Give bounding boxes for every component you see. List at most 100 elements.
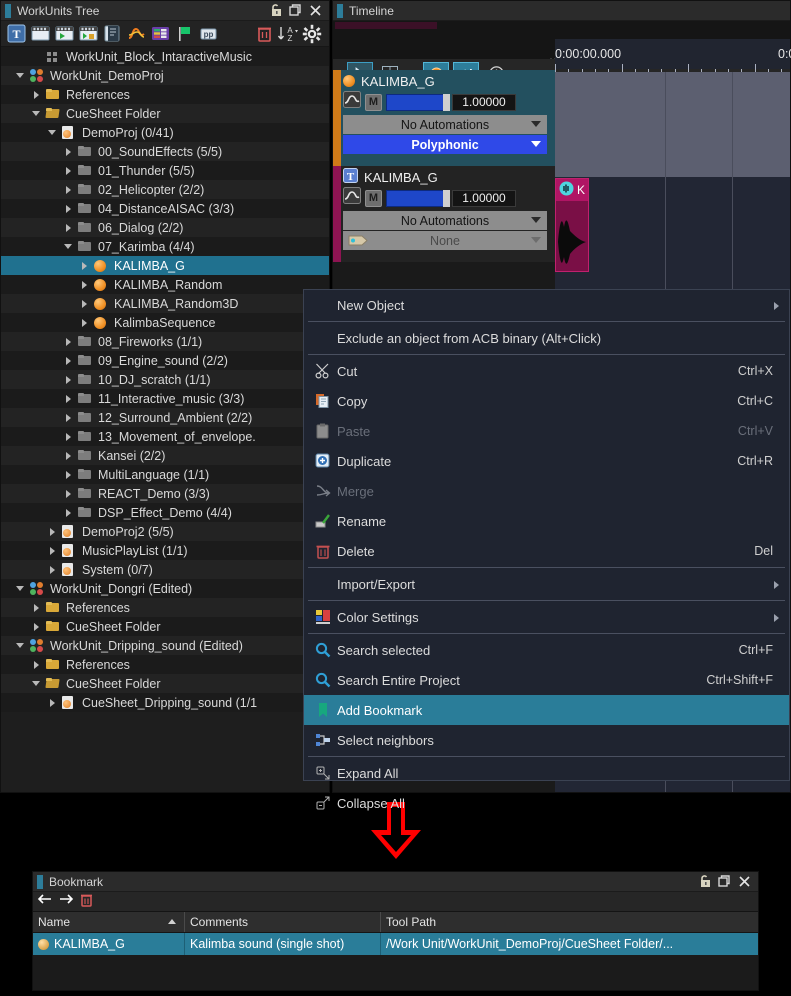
tree-item[interactable]: Kansei (2/2) — [1, 446, 329, 465]
expand-chevron-icon[interactable] — [47, 564, 58, 575]
expand-chevron-icon[interactable] — [63, 412, 74, 423]
tree-item[interactable]: WorkUnit_Dongri (Edited) — [1, 579, 329, 598]
collapse-chevron-icon[interactable] — [15, 70, 26, 81]
bookmark-row[interactable]: KALIMBA_G Kalimba sound (single shot) /Wor… — [33, 933, 758, 955]
tree-item[interactable]: WorkUnit_Dripping_sound (Edited) — [1, 636, 329, 655]
menu-item-delete[interactable]: Delete Del — [304, 536, 789, 566]
materials-icon[interactable] — [101, 23, 123, 44]
expand-chevron-icon[interactable] — [31, 89, 42, 100]
expand-chevron-icon[interactable] — [63, 355, 74, 366]
mode-select[interactable]: None — [343, 231, 547, 250]
menu-item-new-object[interactable]: New Object — [304, 290, 789, 320]
expand-chevron-icon[interactable] — [79, 279, 90, 290]
timeline-track-header[interactable]: KALIMBA_G M 1.00000 No Automations Polyphoni… — [333, 70, 555, 166]
menu-item-add-bookmark[interactable]: Add Bookmark — [304, 695, 789, 725]
tree-item[interactable]: 12_Surround_Ambient (2/2) — [1, 408, 329, 427]
expand-chevron-icon[interactable] — [63, 374, 74, 385]
expand-chevron-icon[interactable] — [47, 526, 58, 537]
text-object-icon[interactable]: T — [5, 23, 27, 44]
lock-icon[interactable] — [698, 875, 711, 888]
expand-chevron-icon[interactable] — [31, 659, 42, 670]
expand-chevron-icon[interactable] — [63, 450, 74, 461]
mode-select[interactable]: Polyphonic — [343, 135, 547, 154]
menu-item-cut[interactable]: Cut Ctrl+X — [304, 356, 789, 386]
expand-chevron-icon[interactable] — [31, 602, 42, 613]
tree-item[interactable]: References — [1, 598, 329, 617]
timeline-track-header[interactable]: T KALIMBA_G M 1.00000 No Automations None — [333, 166, 555, 262]
menu-item-select-neighbors[interactable]: Select neighbors — [304, 725, 789, 755]
expand-chevron-icon[interactable] — [63, 222, 74, 233]
expand-chevron-icon[interactable] — [79, 260, 90, 271]
tree-item[interactable]: DSP_Effect_Demo (4/4) — [1, 503, 329, 522]
restore-icon[interactable] — [289, 4, 302, 17]
tree-item[interactable]: 01_Thunder (5/5) — [1, 161, 329, 180]
expand-chevron-icon[interactable] — [63, 184, 74, 195]
tree-item[interactable]: KALIMBA_Random — [1, 275, 329, 294]
volume-slider[interactable] — [386, 93, 450, 111]
expand-chevron-icon[interactable] — [63, 488, 74, 499]
cuesheet-edit-icon[interactable] — [77, 23, 99, 44]
menu-item-collapse-all[interactable]: Collapse All — [304, 788, 789, 818]
restore-icon[interactable] — [718, 875, 731, 888]
tree-item[interactable]: 08_Fireworks (1/1) — [1, 332, 329, 351]
tree-item[interactable]: CueSheet Folder — [1, 104, 329, 123]
column-header-name[interactable]: Name — [33, 912, 185, 932]
menu-item-expand-all[interactable]: Expand All — [304, 758, 789, 788]
menu-item-exclude-an-object-from-acb-binary-alt-click[interactable]: Exclude an object from ACB binary (Alt+C… — [304, 323, 789, 353]
expand-chevron-icon[interactable] — [63, 146, 74, 157]
automation-curve-icon[interactable] — [343, 91, 361, 113]
tree-item[interactable]: 02_Helicopter (2/2) — [1, 180, 329, 199]
settings-gear-icon[interactable] — [301, 23, 323, 44]
collapse-chevron-icon[interactable] — [31, 678, 42, 689]
cuesheet-play-icon[interactable] — [53, 23, 75, 44]
expand-chevron-icon[interactable] — [63, 165, 74, 176]
close-icon[interactable] — [309, 4, 322, 17]
workunits-tree-list[interactable]: WorkUnit_Block_IntaractiveMusic WorkUnit_… — [1, 47, 329, 792]
tree-item[interactable]: System (0/7) — [1, 560, 329, 579]
mute-button[interactable]: M — [365, 189, 382, 207]
tree-item[interactable]: 09_Engine_sound (2/2) — [1, 351, 329, 370]
expand-chevron-icon[interactable] — [63, 393, 74, 404]
collapse-chevron-icon[interactable] — [15, 640, 26, 651]
column-header-tool-path[interactable]: Tool Path — [381, 912, 758, 932]
collapse-chevron-icon[interactable] — [63, 241, 74, 252]
tree-item[interactable]: CueSheet Folder — [1, 617, 329, 636]
tree-item[interactable]: 07_Karimba (4/4) — [1, 237, 329, 256]
collapse-chevron-icon[interactable] — [47, 127, 58, 138]
tree-item[interactable]: WorkUnit_DemoProj — [1, 66, 329, 85]
menu-item-search-entire-project[interactable]: Search Entire Project Ctrl+Shift+F — [304, 665, 789, 695]
tree-item[interactable]: DemoProj (0/41) — [1, 123, 329, 142]
tree-item[interactable]: DemoProj2 (5/5) — [1, 522, 329, 541]
sort-az-icon[interactable]: AZ — [277, 23, 299, 44]
aisac-curve-icon[interactable] — [125, 23, 147, 44]
tree-item[interactable]: 04_DistanceAISAC (3/3) — [1, 199, 329, 218]
collapse-chevron-icon[interactable] — [15, 583, 26, 594]
tree-item[interactable]: WorkUnit_Block_IntaractiveMusic — [1, 47, 329, 66]
tree-item[interactable]: 10_DJ_scratch (1/1) — [1, 370, 329, 389]
menu-item-color-settings[interactable]: Color Settings — [304, 602, 789, 632]
tree-item[interactable]: 11_Interactive_music (3/3) — [1, 389, 329, 408]
tree-item[interactable]: REACT_Demo (3/3) — [1, 484, 329, 503]
automation-curve-icon[interactable] — [343, 187, 361, 209]
collapse-chevron-icon[interactable] — [31, 108, 42, 119]
mute-button[interactable]: M — [365, 93, 382, 111]
forward-arrow-icon[interactable] — [58, 892, 74, 911]
automation-select[interactable]: No Automations — [343, 115, 547, 134]
delete-icon[interactable] — [253, 23, 275, 44]
tree-item[interactable]: 06_Dialog (2/2) — [1, 218, 329, 237]
categories-icon[interactable] — [149, 23, 171, 44]
cuesheet-icon[interactable] — [29, 23, 51, 44]
tree-item[interactable]: References — [1, 85, 329, 104]
tree-item[interactable]: CueSheet Folder — [1, 674, 329, 693]
tree-item[interactable]: MultiLanguage (1/1) — [1, 465, 329, 484]
menu-item-rename[interactable]: Rename — [304, 506, 789, 536]
preview-icon[interactable]: pp — [197, 23, 219, 44]
tree-item[interactable]: KalimbaSequence — [1, 313, 329, 332]
tree-item-selected[interactable]: KALIMBA_G — [1, 256, 329, 275]
tree-item[interactable]: KALIMBA_Random3D — [1, 294, 329, 313]
expand-chevron-icon[interactable] — [63, 507, 74, 518]
expand-chevron-icon[interactable] — [63, 203, 74, 214]
context-menu[interactable]: New Object Exclude an object from ACB bin… — [303, 289, 790, 811]
tree-item[interactable]: 13_Movement_of_envelope. — [1, 427, 329, 446]
close-icon[interactable] — [738, 875, 751, 888]
